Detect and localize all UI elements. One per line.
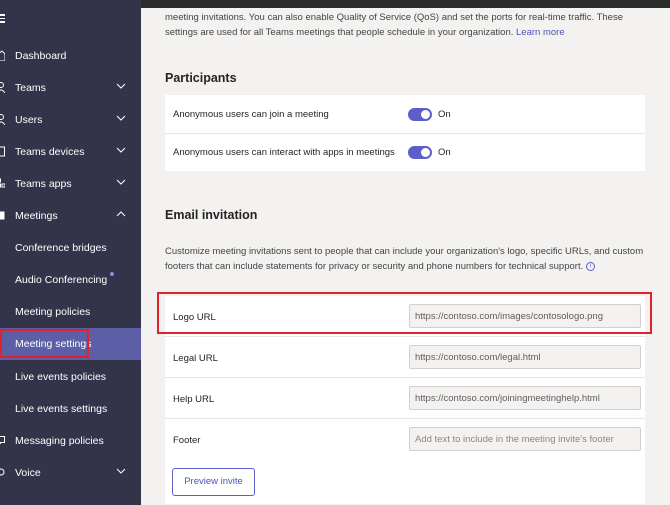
setting-label: Anonymous users can interact with apps i… [173, 147, 395, 158]
logo-url-highlight [157, 292, 652, 334]
sidebar-item-label: Meeting policies [15, 306, 91, 318]
hamburger-menu-icon[interactable] [0, 14, 10, 28]
main-content: meeting invitations. You can also enable… [141, 8, 670, 505]
users-icon [0, 114, 5, 125]
sidebar-item-label: Voice [15, 467, 41, 479]
info-icon[interactable]: i [585, 261, 595, 271]
sidebar-item-label: Teams apps [15, 178, 72, 190]
sidebar-item-teams[interactable]: Teams [0, 72, 141, 104]
toggle-state: On [438, 147, 451, 158]
field-label: Legal URL [173, 353, 218, 364]
messaging-icon [0, 436, 5, 445]
sidebar-item-label: Teams [15, 82, 46, 94]
sidebar-item-meetings[interactable]: Meetings [0, 200, 141, 232]
chevron-down-icon[interactable] [116, 466, 126, 476]
description-text: Customize meeting invitations sent to pe… [165, 246, 644, 272]
sidebar-item-messaging-policies[interactable]: Messaging policies [0, 425, 141, 457]
voice-icon [0, 468, 5, 476]
chevron-down-icon[interactable] [116, 113, 126, 123]
legal-url-input[interactable]: https://contoso.com/legal.html [409, 345, 641, 369]
sidebar-item-teams-apps[interactable]: Teams apps [0, 168, 141, 200]
email-invitation-description: Customize meeting invitations sent to pe… [165, 244, 650, 274]
chevron-up-icon[interactable] [116, 209, 126, 219]
footer-input[interactable]: Add text to include in the meeting invit… [409, 427, 641, 451]
participant-row: Anonymous users can join a meeting On [165, 95, 645, 133]
sidebar-item-label: Meetings [15, 210, 58, 222]
footer-row: Footer Add text to include in the meetin… [165, 419, 645, 459]
anonymous-apps-toggle[interactable] [408, 146, 432, 159]
top-bar-right [140, 0, 670, 8]
legal-url-row: Legal URL https://contoso.com/legal.html [165, 337, 645, 377]
apps-icon [0, 178, 5, 188]
home-icon [0, 50, 5, 61]
notification-dot-icon [110, 272, 115, 276]
intro-text: meeting invitations. You can also enable… [165, 10, 645, 40]
participants-card: Anonymous users can join a meeting On An… [165, 95, 645, 171]
help-url-row: Help URL https://contoso.com/joiningmeet… [165, 378, 645, 418]
sidebar-item-users[interactable]: Users [0, 104, 141, 136]
sidebar-item-label: Users [15, 114, 43, 126]
email-invitation-title: Email invitation [165, 208, 258, 222]
devices-icon [0, 146, 5, 157]
sidebar-item-meeting-policies[interactable]: Meeting policies [0, 296, 141, 328]
participants-title: Participants [165, 71, 237, 85]
sidebar-item-label: Teams devices [15, 146, 85, 158]
sidebar-item-dashboard[interactable]: Dashboard [0, 40, 141, 72]
chevron-down-icon[interactable] [116, 177, 126, 187]
sidebar-item-text: Audio Conferencing [15, 274, 108, 286]
calendar-icon [0, 211, 5, 220]
toggle-state: On [438, 109, 451, 120]
sidebar-item-label: Conference bridges [15, 242, 107, 254]
chevron-down-icon[interactable] [116, 81, 126, 91]
sidebar-item-label: Audio Conferencing [15, 272, 115, 286]
sidebar-item-label: Dashboard [15, 50, 67, 62]
teams-icon [0, 82, 5, 93]
preview-invite-button[interactable]: Preview invite [172, 468, 255, 496]
sidebar-item-label: Live events policies [15, 371, 107, 383]
field-label: Help URL [173, 394, 215, 405]
chevron-down-icon[interactable] [116, 145, 126, 155]
sidebar-item-live-events-policies[interactable]: Live events policies [0, 361, 141, 393]
sidebar-item-teams-devices[interactable]: Teams devices [0, 136, 141, 168]
meeting-settings-highlight [0, 329, 89, 358]
sidebar-item-label: Live events settings [15, 403, 108, 415]
sidebar: Dashboard Teams Users Teams devices Team… [0, 0, 141, 505]
sidebar-item-label: Messaging policies [15, 435, 104, 447]
anonymous-join-toggle[interactable] [408, 108, 432, 121]
sidebar-item-conference-bridges[interactable]: Conference bridges [0, 232, 141, 264]
setting-label: Anonymous users can join a meeting [173, 109, 329, 120]
learn-more-link[interactable]: Learn more [516, 27, 565, 38]
sidebar-item-audio-conferencing[interactable]: Audio Conferencing [0, 264, 141, 296]
sidebar-item-voice[interactable]: Voice [0, 457, 141, 489]
sidebar-item-live-events-settings[interactable]: Live events settings [0, 393, 141, 425]
participant-row: Anonymous users can interact with apps i… [165, 133, 645, 171]
help-url-input[interactable]: https://contoso.com/joiningmeetinghelp.h… [409, 386, 641, 410]
field-label: Footer [173, 435, 201, 446]
